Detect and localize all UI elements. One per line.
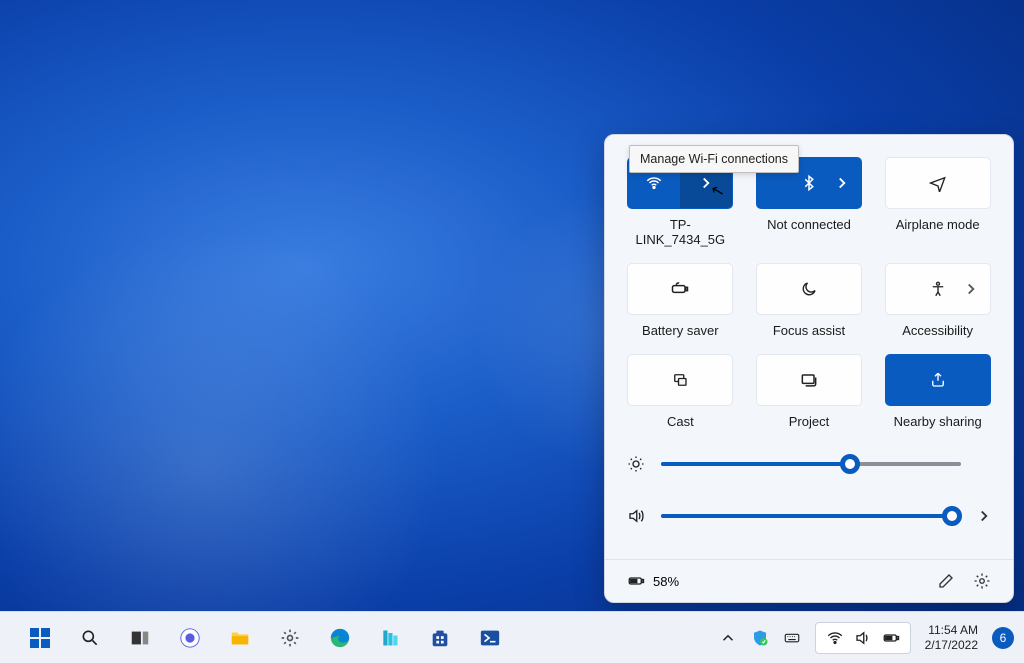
tray-overflow-button[interactable] bbox=[719, 629, 737, 647]
battery-saver-icon bbox=[670, 279, 690, 299]
quick-settings-panel: Manage Wi-Fi connections ↖ bbox=[604, 134, 1014, 603]
edit-button[interactable] bbox=[937, 572, 955, 590]
battery-tray-icon bbox=[882, 629, 900, 647]
battery-saver-label: Battery saver bbox=[642, 323, 719, 338]
battery-status[interactable]: 58% bbox=[627, 572, 679, 590]
network-volume-battery-tray[interactable] bbox=[815, 622, 911, 654]
wifi-tray-icon bbox=[826, 629, 844, 647]
start-button[interactable] bbox=[18, 618, 62, 658]
taskbar-system-tray: 11:54 AM 2/17/2022 6 bbox=[719, 622, 1014, 654]
brightness-slider[interactable] bbox=[661, 462, 961, 466]
taskbar: 11:54 AM 2/17/2022 6 bbox=[0, 611, 1024, 663]
share-icon bbox=[929, 371, 947, 389]
edge-button[interactable] bbox=[318, 618, 362, 658]
volume-tray-icon bbox=[854, 629, 872, 647]
wifi-label: TP-LINK_7434_5G bbox=[627, 217, 734, 247]
volume-expand[interactable] bbox=[975, 507, 991, 525]
clock-button[interactable]: 11:54 AM 2/17/2022 bbox=[925, 623, 978, 652]
battery-saver-button[interactable] bbox=[627, 263, 733, 315]
settings-app-button[interactable] bbox=[268, 618, 312, 658]
settings-button[interactable] bbox=[973, 572, 991, 590]
focus-assist-tile: Focus assist bbox=[756, 263, 863, 338]
volume-slider[interactable] bbox=[661, 514, 961, 518]
volume-slider-row bbox=[627, 507, 991, 525]
search-button[interactable] bbox=[68, 618, 112, 658]
airplane-label: Airplane mode bbox=[896, 217, 980, 232]
nearby-sharing-button[interactable] bbox=[885, 354, 991, 406]
volume-icon bbox=[627, 507, 647, 525]
focus-assist-label: Focus assist bbox=[773, 323, 845, 338]
battery-icon bbox=[627, 572, 645, 590]
task-view-button[interactable] bbox=[118, 618, 162, 658]
project-button[interactable] bbox=[756, 354, 862, 406]
bluetooth-icon bbox=[800, 174, 818, 192]
brightness-icon bbox=[627, 455, 647, 473]
teams-chat-button[interactable] bbox=[168, 618, 212, 658]
input-indicator-icon[interactable] bbox=[783, 629, 801, 647]
chevron-right-icon bbox=[962, 280, 980, 298]
app-button-1[interactable] bbox=[368, 618, 412, 658]
wifi-tooltip: Manage Wi-Fi connections bbox=[629, 145, 799, 173]
accessibility-button[interactable] bbox=[885, 263, 991, 315]
cast-button[interactable] bbox=[627, 354, 733, 406]
accessibility-tile: Accessibility bbox=[884, 263, 991, 338]
airplane-button[interactable] bbox=[885, 157, 991, 209]
wifi-icon bbox=[645, 174, 663, 192]
accessibility-label: Accessibility bbox=[902, 323, 973, 338]
notification-center-button[interactable]: 6 bbox=[992, 627, 1014, 649]
clock-time: 11:54 AM bbox=[925, 623, 978, 637]
clock-date: 2/17/2022 bbox=[925, 638, 978, 652]
notification-count: 6 bbox=[1000, 631, 1007, 645]
cast-icon bbox=[671, 371, 689, 389]
nearby-sharing-label: Nearby sharing bbox=[894, 414, 982, 429]
moon-icon bbox=[800, 280, 818, 298]
security-icon[interactable] bbox=[751, 629, 769, 647]
nearby-sharing-tile: Nearby sharing bbox=[884, 354, 991, 429]
bluetooth-label: Not connected bbox=[767, 217, 851, 232]
panel-footer: 58% bbox=[605, 559, 1013, 602]
battery-saver-tile: Battery saver bbox=[627, 263, 734, 338]
project-tile: Project bbox=[756, 354, 863, 429]
quick-settings-grid: TP-LINK_7434_5G Not connected bbox=[627, 157, 991, 429]
airplane-tile: Airplane mode bbox=[884, 157, 991, 247]
brightness-slider-row bbox=[627, 455, 991, 473]
airplane-icon bbox=[929, 174, 947, 192]
microsoft-store-button[interactable] bbox=[418, 618, 462, 658]
battery-percent-text: 58% bbox=[653, 574, 679, 589]
file-explorer-button[interactable] bbox=[218, 618, 262, 658]
desktop-background[interactable]: Manage Wi-Fi connections ↖ bbox=[0, 0, 1024, 663]
taskbar-pinned-apps bbox=[18, 618, 512, 658]
project-icon bbox=[799, 370, 819, 390]
focus-assist-button[interactable] bbox=[756, 263, 862, 315]
accessibility-icon bbox=[929, 280, 947, 298]
powershell-button[interactable] bbox=[468, 618, 512, 658]
cast-tile: Cast bbox=[627, 354, 734, 429]
project-label: Project bbox=[789, 414, 829, 429]
sliders-section bbox=[627, 455, 991, 525]
chevron-right-icon bbox=[833, 174, 851, 192]
cast-label: Cast bbox=[667, 414, 694, 429]
